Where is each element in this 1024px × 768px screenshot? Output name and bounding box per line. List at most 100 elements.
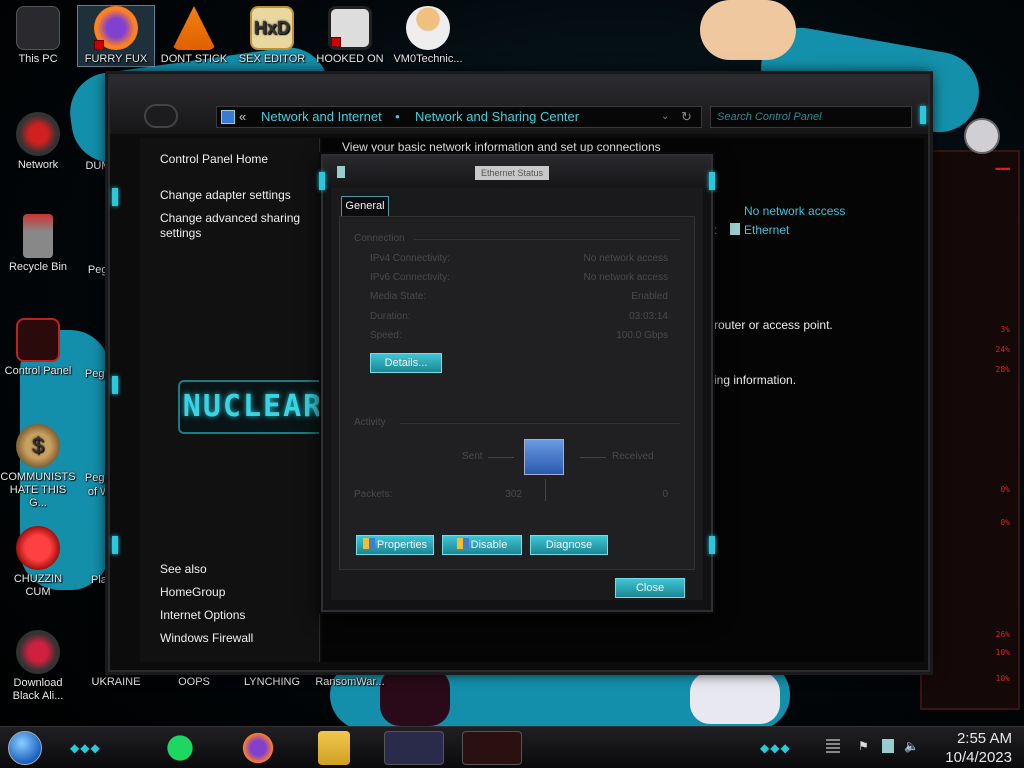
system-clock[interactable]: 2:55 AM 10/4/2023 (945, 729, 1012, 767)
general-tab-panel: Connection IPv4 Connectivity: No network… (339, 216, 695, 570)
media-state-label: Media State: (370, 291, 427, 302)
tray-overflow-icon[interactable] (826, 739, 840, 753)
divider (545, 479, 546, 501)
file-explorer-icon[interactable] (318, 731, 350, 765)
frame-glow (112, 376, 118, 394)
control-panel-icon (16, 318, 60, 362)
desktop-icon-control-panel[interactable]: Control Panel (0, 318, 76, 378)
desktop-icon-oops[interactable]: OOPS (156, 676, 232, 689)
close-button[interactable]: Close (615, 578, 685, 598)
ethernet-icon (730, 223, 740, 235)
refresh-icon[interactable]: ↻ (681, 107, 692, 127)
packets-received-value: 0 (662, 489, 668, 500)
desktop-icon-label: CHUZZIN CUM (13, 573, 63, 598)
desktop-icon-label: Network (17, 159, 59, 171)
tab-general[interactable]: General (341, 196, 389, 216)
frame-glow (709, 536, 715, 554)
diagnose-button[interactable]: Diagnose (530, 535, 608, 555)
breadcrumb-network-sharing[interactable]: Network and Sharing Center (415, 107, 579, 127)
doctor-icon (406, 6, 450, 50)
ethernet-status-dialog: Ethernet Status General Connection IPv4 … (319, 154, 715, 612)
disable-button[interactable]: Disable (442, 535, 522, 555)
network-icon (16, 112, 60, 156)
desktop-icon-network[interactable]: Network (0, 112, 76, 172)
page-heading: View your basic network information and … (342, 140, 661, 154)
desktop-icon-label: This PC (18, 53, 58, 65)
desktop-icon-ukraine[interactable]: UKRAINE (78, 676, 154, 689)
desktop-icon-chuzzin[interactable]: CHUZZIN CUM (0, 526, 76, 599)
desktop-icon-label: SEX EDITOR (238, 53, 306, 65)
packets-sent-value: 302 (505, 489, 522, 500)
desktop-icon-label: VM0Technic... (393, 53, 463, 65)
desktop: ▬▬▬ 3% 24% 28% 0% 0% 26% 10% 10% This PC… (0, 0, 1024, 768)
control-panel-taskbar-button[interactable] (462, 731, 522, 765)
control-panel-home-link[interactable]: Control Panel Home (160, 152, 268, 167)
volume-icon[interactable]: 🔈 (904, 739, 919, 753)
money-bag-icon: $ (16, 424, 60, 468)
sent-label: Sent (462, 451, 483, 462)
divider (488, 457, 514, 458)
breadcrumb-network-internet[interactable]: Network and Internet (261, 107, 382, 127)
ethernet-connection-link[interactable]: Ethernet (744, 223, 789, 237)
desktop-icon-label: COMMUNISTS HATE THIS G... (0, 471, 76, 509)
desktop-icon-hooked-on[interactable]: HOOKED ON (312, 6, 388, 66)
firefox-icon (94, 6, 138, 50)
wallpaper-shape (380, 668, 450, 726)
desktop-icon-label: FURRY FUX (84, 53, 148, 65)
chevron-down-icon[interactable]: ⌄ (661, 107, 669, 127)
duration-value: 03:03:14 (629, 311, 668, 322)
monitor-value: 3% (1000, 325, 1010, 334)
desktop-icon-recycle-bin[interactable]: Recycle Bin (0, 214, 76, 274)
monitor-row: ▬▬▬ (995, 164, 1010, 173)
window-titlebar: « Network and Internet ● Network and Sha… (110, 76, 928, 134)
divider (580, 457, 606, 458)
media-state-value: Enabled (631, 291, 668, 302)
hex-editor-icon: HxD (250, 6, 294, 50)
details-button[interactable]: Details... (370, 353, 442, 373)
search-input[interactable]: Search Control Panel (710, 106, 912, 128)
back-forward-nav[interactable] (144, 104, 178, 128)
ipv4-label: IPv4 Connectivity: (370, 253, 451, 264)
activity-section-header: Activity (354, 417, 386, 428)
desktop-icon-vm0technic[interactable]: VM0Technic... (390, 6, 466, 66)
desktop-icon-sex-editor[interactable]: HxD SEX EDITOR (234, 6, 310, 66)
internet-options-link[interactable]: Internet Options (160, 608, 245, 623)
desktop-icon-this-pc[interactable]: This PC (0, 6, 76, 66)
desktop-icon-lynching[interactable]: LYNCHING (234, 676, 310, 689)
speed-value: 100.0 Gbps (616, 330, 668, 341)
homegroup-link[interactable]: HomeGroup (160, 585, 225, 600)
start-button[interactable] (8, 731, 42, 765)
spotify-icon[interactable] (162, 731, 198, 765)
network-panel-taskbar-button[interactable] (384, 731, 444, 765)
network-computers-icon (524, 439, 564, 475)
alien-logo-icon (964, 118, 1000, 154)
desktop-icon-ransomware[interactable]: RansomWar... (312, 676, 388, 689)
monitor-value: 0% (1000, 485, 1010, 494)
properties-button[interactable]: Properties (356, 535, 434, 555)
change-adapter-settings-link[interactable]: Change adapter settings (160, 188, 291, 203)
monitor-value: 10% (995, 648, 1010, 657)
desktop-icon-download-black[interactable]: Download Black Ali... (0, 630, 76, 703)
duration-label: Duration: (370, 311, 411, 322)
advanced-sharing-settings-link[interactable]: Change advanced sharing settings (160, 211, 310, 241)
desktop-icon-label: Control Panel (4, 365, 72, 377)
windows-firewall-link[interactable]: Windows Firewall (160, 631, 253, 646)
desktop-icon-furry-fux[interactable]: FURRY FUX (77, 5, 155, 67)
desktop-icon-communists[interactable]: $ COMMUNISTS HATE THIS G... (0, 424, 76, 510)
frame-glow (112, 536, 118, 554)
packets-label: Packets: (354, 489, 393, 500)
desktop-icon-label: DONT STICK (160, 53, 228, 65)
see-also-heading: See also (160, 562, 207, 576)
frame-glow (112, 188, 118, 206)
desktop-icon-label: HOOKED ON (316, 53, 384, 65)
monitor-value: 28% (995, 365, 1010, 374)
address-bar[interactable]: « Network and Internet ● Network and Sha… (216, 106, 702, 128)
network-tray-icon[interactable] (882, 739, 894, 753)
frame-glow (920, 106, 926, 124)
nuclear-logo: NUCLEAR (178, 380, 328, 434)
breadcrumb-overflow[interactable]: « (239, 107, 246, 127)
desktop-icon-dont-stick[interactable]: DONT STICK (156, 6, 232, 66)
flag-icon[interactable]: ⚑ (858, 739, 872, 753)
firefox-taskbar-icon[interactable] (240, 731, 276, 765)
troubleshoot-text: oting information. (704, 373, 797, 387)
